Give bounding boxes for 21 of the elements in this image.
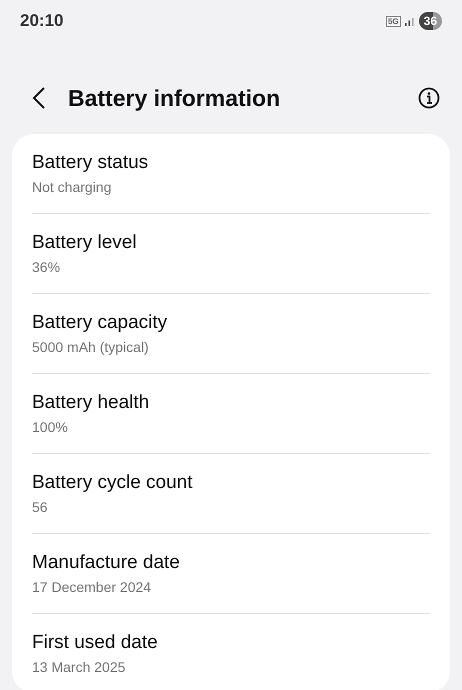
item-title: Battery health: [32, 392, 150, 414]
item-title: Battery status: [32, 152, 150, 174]
item-title: Battery cycle count: [32, 472, 194, 494]
item-value: 13 March 2025: [32, 659, 126, 675]
clock-time: 20:10: [20, 11, 64, 31]
item-value: 17 December 2024: [32, 579, 152, 595]
item-title: Battery capacity: [32, 312, 168, 334]
item-value: 56: [32, 499, 49, 515]
network-type-label: 5G: [386, 16, 401, 26]
item-value: Not charging: [32, 179, 112, 195]
item-title: First used date: [32, 632, 159, 654]
back-icon[interactable]: [32, 87, 46, 109]
info-icon[interactable]: [418, 87, 440, 109]
battery-level-badge: 36: [418, 12, 442, 30]
item-value: 100%: [32, 419, 69, 435]
page-title: Battery information: [68, 84, 282, 112]
item-value: 5000 mAh (typical): [32, 339, 150, 355]
item-title: Manufacture date: [32, 552, 181, 574]
item-value: 36%: [32, 259, 62, 275]
item-title: Battery level: [32, 232, 138, 254]
signal-icon: [404, 15, 416, 27]
